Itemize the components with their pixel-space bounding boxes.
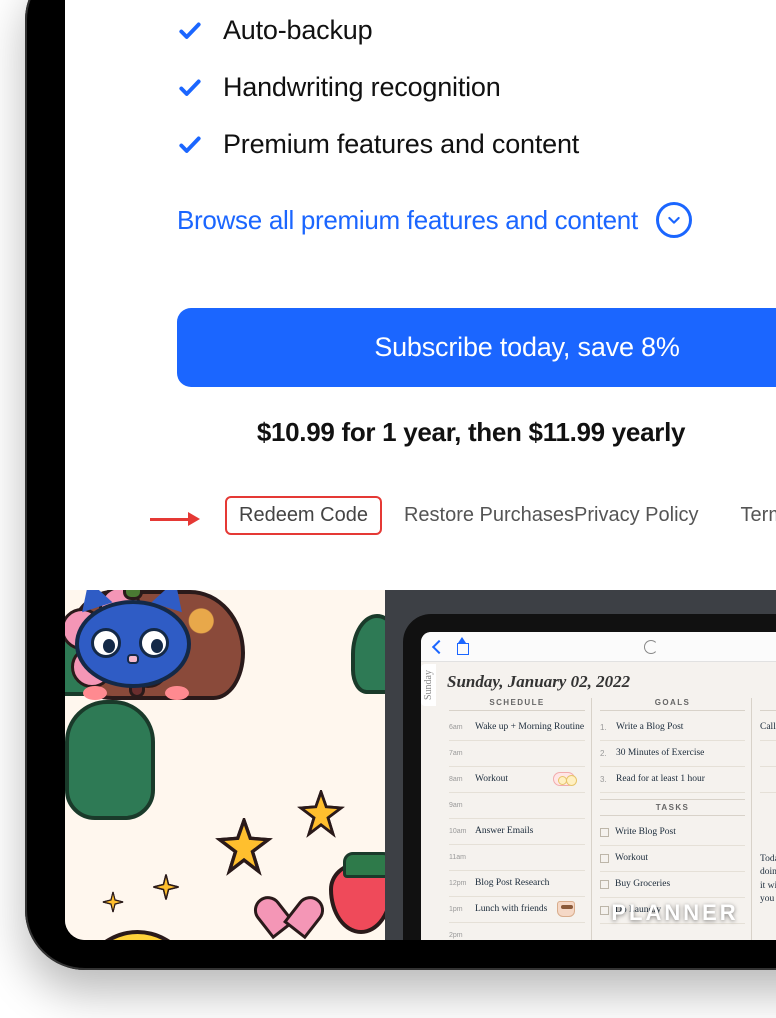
schedule-entry: Workout: [475, 775, 508, 785]
tocall-heading: TO CALL /: [760, 698, 776, 711]
chevron-down-icon[interactable]: [656, 202, 692, 238]
journal-line: doing my: [760, 866, 776, 879]
planner-device-frame: T Sunday Sunday, January 02, 2022: [403, 614, 776, 940]
goal-entry: Write a Blog Post: [616, 723, 683, 733]
goals-heading: GOALS: [600, 698, 745, 711]
checkbox-icon: [600, 828, 609, 837]
back-icon[interactable]: [429, 639, 445, 655]
sticker-heart-icon: [265, 882, 307, 920]
goals-column: GOALS 1.Write a Blog Post 2.30 Minutes o…: [591, 698, 751, 940]
schedule-entry: Lunch with friends: [475, 905, 547, 915]
checkbox-icon: [600, 906, 609, 915]
schedule-entry: Answer Emails: [475, 827, 533, 837]
sticker-bush-icon: [65, 700, 155, 820]
feature-list: Auto-backup Handwriting recognition Prem…: [65, 0, 776, 160]
planner-date: Sunday, January 02, 2022: [421, 662, 776, 698]
feature-item: Premium features and content: [177, 129, 776, 160]
sticker-lemon-icon: [65, 930, 210, 940]
feature-text: Premium features and content: [223, 129, 579, 160]
feature-text: Handwriting recognition: [223, 72, 501, 103]
sticker-star-icon: [297, 790, 345, 838]
planner-tile[interactable]: T Sunday Sunday, January 02, 2022: [385, 590, 776, 940]
tasks-heading: TASKS: [600, 799, 745, 816]
journal-line: it will ty: [760, 880, 776, 893]
privacy-policy-link[interactable]: Privacy Policy: [574, 504, 698, 527]
feature-item: Auto-backup: [177, 15, 776, 46]
schedule-entry: Blog Post Research: [475, 879, 549, 889]
browse-premium-link[interactable]: Browse all premium features and content: [177, 205, 638, 236]
browse-premium-row[interactable]: Browse all premium features and content: [65, 202, 776, 238]
sticker-sparkle-icon: [101, 890, 125, 914]
planner-screen: T Sunday Sunday, January 02, 2022: [421, 632, 776, 940]
task-entry: Buy Groceries: [615, 880, 670, 890]
subscribe-button[interactable]: Subscribe today, save 8%: [177, 308, 776, 387]
stickers-tile[interactable]: [65, 590, 385, 940]
planner-toolbar: T: [421, 632, 776, 662]
terms-link[interactable]: Terms of U: [741, 504, 776, 527]
share-icon[interactable]: [455, 639, 471, 655]
restore-purchases-link[interactable]: Restore Purchases: [404, 504, 574, 527]
schedule-column: SCHEDULE 6amWake up + Morning Routine 7a…: [441, 698, 591, 940]
journal-line: you all: [760, 893, 776, 906]
task-entry: Do Laundry: [615, 906, 661, 916]
feature-item: Handwriting recognition: [177, 72, 776, 103]
schedule-entry: Wake up + Morning Routine: [475, 723, 584, 733]
schedule-heading: SCHEDULE: [449, 698, 585, 711]
undo-icon[interactable]: [643, 639, 659, 655]
sticker-star-icon: [215, 818, 273, 876]
check-icon: [177, 132, 203, 158]
sticker-eggs-icon: [553, 772, 575, 786]
promo-strip: T Sunday Sunday, January 02, 2022: [65, 590, 776, 940]
task-entry: Workout: [615, 854, 648, 864]
checkbox-icon: [600, 854, 609, 863]
sticker-cup-icon: [557, 901, 575, 917]
sticker-strawberry-icon: [329, 862, 385, 934]
sticker-sparkle-icon: [151, 872, 181, 902]
feature-text: Auto-backup: [223, 15, 372, 46]
annotation-arrow-icon: [150, 512, 200, 526]
tablet-screen: Auto-backup Handwriting recognition Prem…: [65, 0, 776, 940]
call-entry: Call: [760, 723, 776, 733]
check-icon: [177, 75, 203, 101]
checkbox-icon: [600, 880, 609, 889]
journal-line: Today of: [760, 853, 776, 866]
extra-column: TO CALL / Call Dail Today of doing my it…: [751, 698, 776, 940]
check-icon: [177, 18, 203, 44]
weekday-tab: Sunday: [421, 664, 436, 706]
task-entry: Write Blog Post: [615, 828, 676, 838]
redeem-code-link[interactable]: Redeem Code: [225, 496, 382, 535]
goal-entry: Read for at least 1 hour: [616, 775, 705, 785]
goal-entry: 30 Minutes of Exercise: [616, 749, 704, 759]
price-line: $10.99 for 1 year, then $11.99 yearly: [65, 417, 765, 448]
